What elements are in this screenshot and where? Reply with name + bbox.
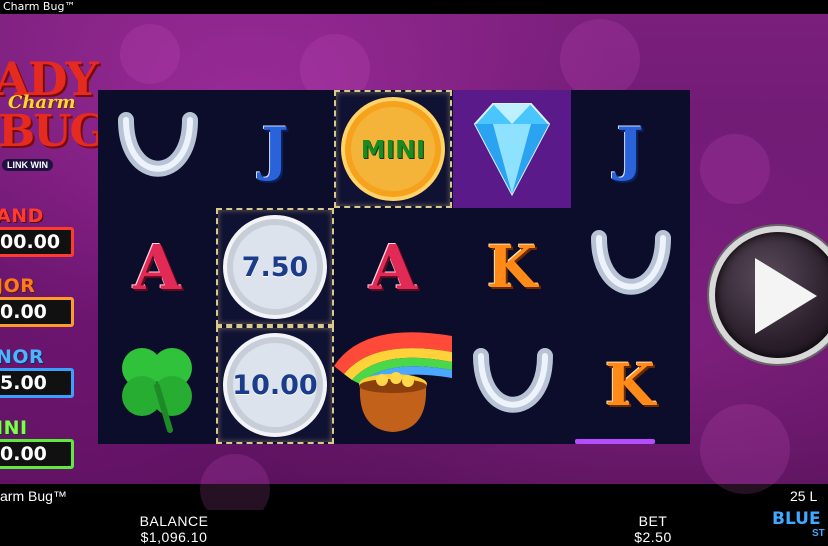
balance-label: BALANCE [139, 513, 209, 529]
reel-highlight-strip [575, 439, 655, 444]
logo-line-3: BUG [0, 106, 107, 157]
bet-display[interactable]: BET $2.50 [618, 513, 688, 545]
jackpot-grand-label: AND [0, 205, 44, 227]
jackpot-mini-value: 0.00 [0, 439, 74, 469]
symbol-j: J [216, 90, 334, 208]
pot-of-gold-icon [334, 332, 452, 432]
jackpot-minor-value: 5.00 [0, 368, 74, 398]
symbol-k: K [453, 208, 571, 326]
symbol-a: A [334, 208, 452, 326]
jackpot-minor: NOR 5.00 [0, 347, 76, 398]
symbol-k: K [571, 326, 689, 444]
j-icon: J [261, 115, 289, 183]
jackpot-mini-label: INI [0, 417, 28, 439]
reel-grid: J MINI J A 7.50 A K 10.00 K [98, 90, 690, 444]
window-titlebar: Charm Bug™ [0, 0, 828, 14]
k-icon: K [604, 351, 656, 419]
lines-label: 25 L [790, 488, 818, 504]
play-icon [755, 258, 817, 334]
symbol-mini-coin: MINI [334, 90, 452, 208]
jackpot-major: JOR 0.00 [0, 276, 76, 327]
symbol-clover [98, 326, 216, 444]
symbol-horseshoe [98, 90, 216, 208]
background-bokeh [700, 134, 770, 204]
balance-display: BALANCE $1,096.10 [128, 513, 220, 545]
horseshoe-icon [473, 348, 553, 413]
horseshoe-icon [591, 230, 671, 295]
window-title: Charm Bug™ [3, 0, 76, 13]
jackpot-minor-label: NOR [0, 346, 45, 368]
a-icon: A [368, 230, 418, 304]
symbol-silver-coin: 7.50 [216, 208, 334, 326]
jackpot-major-value: 0.00 [0, 297, 74, 327]
brand-logo: BLUE R [772, 509, 828, 529]
game-name-label: arm Bug™ [0, 488, 67, 504]
background-bokeh [560, 19, 640, 99]
background-bokeh [700, 404, 790, 494]
symbol-a: A [98, 208, 216, 326]
horseshoe-icon [118, 112, 198, 177]
k-icon: K [486, 233, 538, 301]
background-bokeh [120, 24, 180, 84]
balance-value: $1,096.10 [140, 529, 208, 545]
j-icon: J [616, 115, 644, 183]
game-logo: ADY Charm BUG LINK WIN [0, 42, 107, 182]
symbol-horseshoe [571, 208, 689, 326]
bottom-bar: BALANCE $1,096.10 BET $2.50 BLUE R ST [0, 510, 828, 546]
a-icon: A [132, 230, 182, 304]
bet-label: BET [638, 513, 668, 529]
symbol-silver-coin: 10.00 [216, 326, 334, 444]
diamond-icon [473, 103, 551, 197]
jackpot-mini: INI 0.00 [0, 418, 76, 469]
brand-logo-sub: ST [812, 528, 825, 539]
clover-icon [122, 348, 192, 433]
coin-value: 7.50 [241, 251, 309, 283]
jackpot-grand-value: 00.00 [0, 227, 74, 257]
jackpot-major-label: JOR [0, 275, 36, 297]
bet-value: $2.50 [634, 529, 672, 545]
symbol-diamond [453, 90, 571, 208]
symbol-horseshoe [453, 326, 571, 444]
jackpot-grand: AND 00.00 [0, 206, 76, 257]
symbol-j: J [571, 90, 689, 208]
coin-value: 10.00 [232, 369, 318, 401]
link-win-badge: LINK WIN [2, 159, 53, 171]
symbol-pot-of-gold [334, 326, 452, 444]
mini-coin-label: MINI [360, 134, 426, 164]
